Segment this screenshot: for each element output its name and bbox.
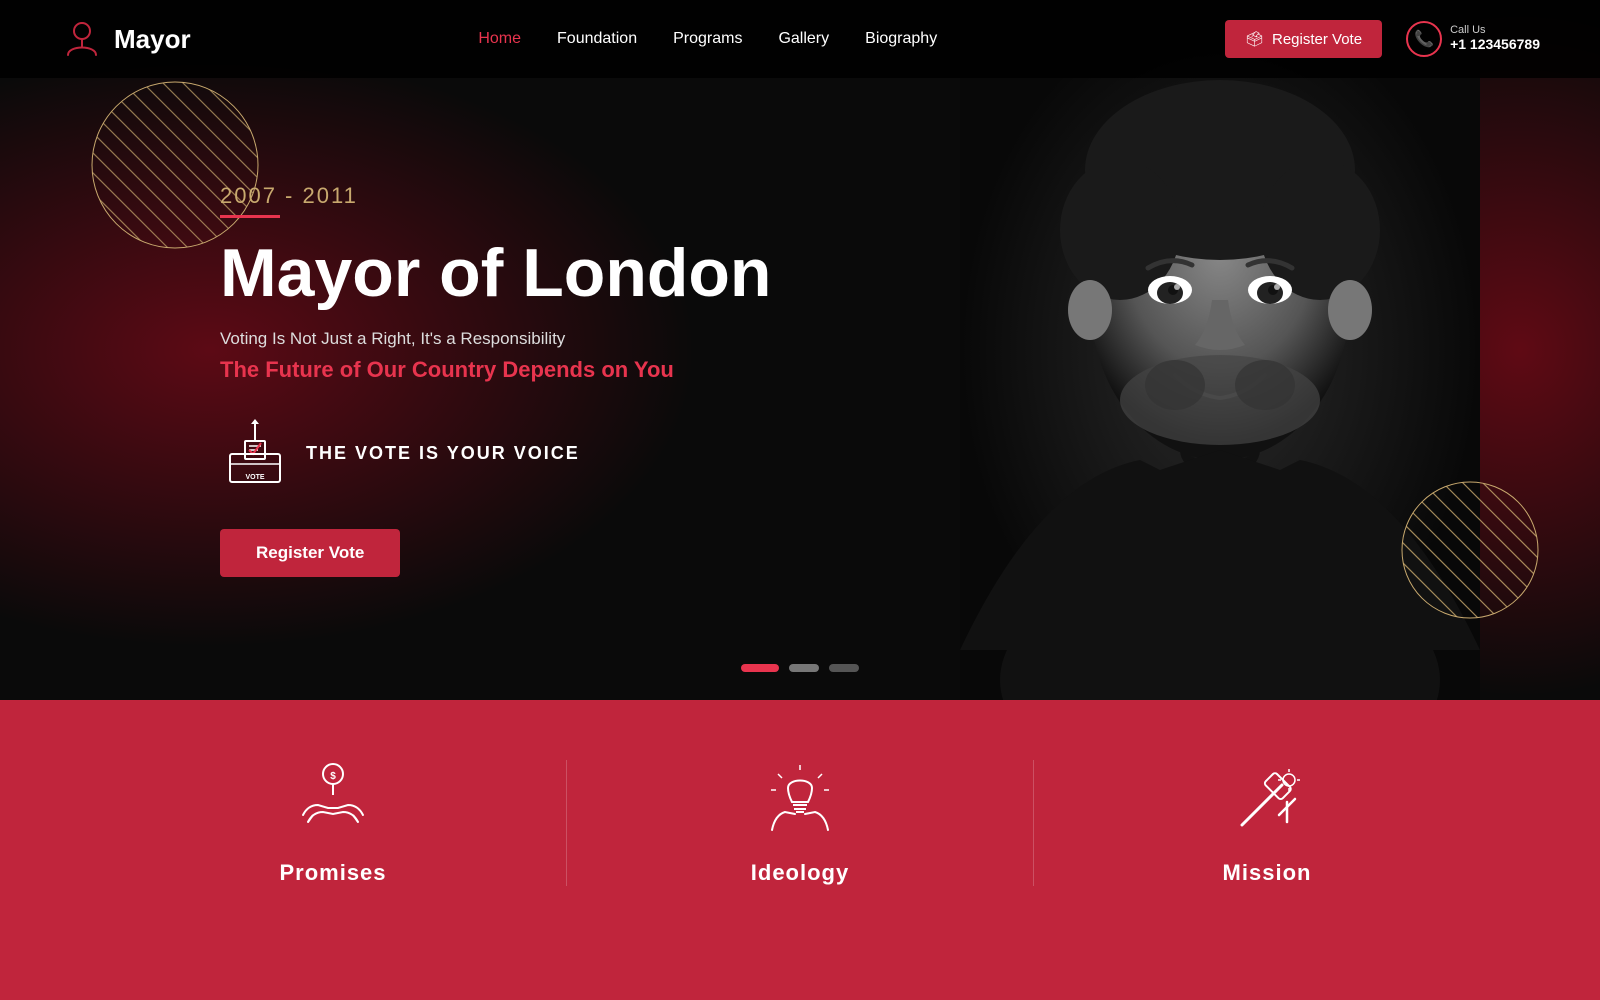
svg-text:$: $ [330, 771, 336, 782]
hero-title: Mayor of London [220, 236, 880, 311]
navbar: Mayor Home Foundation Programs Gallery B… [0, 0, 1600, 78]
call-us-text: Call Us +1 123456789 [1450, 24, 1540, 54]
promises-icon: $ [293, 760, 373, 840]
register-vote-button[interactable]: 🗳 Register Vote [1225, 20, 1382, 58]
dot-2[interactable] [789, 664, 819, 672]
register-icon: 🗳 [1245, 30, 1264, 48]
call-us: 📞 Call Us +1 123456789 [1406, 21, 1540, 57]
nav-foundation[interactable]: Foundation [557, 30, 637, 47]
phone-icon: 📞 [1406, 21, 1442, 57]
mission-icon [1227, 760, 1307, 840]
ideology-label: Ideology [751, 860, 849, 886]
phone-number: +1 123456789 [1450, 36, 1540, 52]
dot-3[interactable] [829, 664, 859, 672]
hero-content: 2007 - 2011 Mayor of London Voting Is No… [0, 123, 880, 577]
hero-image-area [960, 0, 1480, 700]
vote-label: THE VOTE IS YOUR VOICE [306, 443, 580, 464]
hero-section: 2007 - 2011 Mayor of London Voting Is No… [0, 0, 1600, 700]
mission-label: Mission [1223, 860, 1312, 886]
svg-text:VOTE: VOTE [245, 474, 264, 481]
nav-home[interactable]: Home [478, 30, 521, 47]
hero-divider [220, 215, 280, 218]
navbar-right: 🗳 Register Vote 📞 Call Us +1 123456789 [1225, 20, 1540, 58]
nav-biography[interactable]: Biography [865, 30, 937, 47]
nav-gallery[interactable]: Gallery [778, 30, 829, 47]
vote-badge: VOTE THE VOTE IS YOUR VOICE [220, 419, 880, 489]
call-us-label: Call Us [1450, 24, 1540, 36]
deco-circle-bottom-right [1400, 480, 1540, 620]
logo-link[interactable]: Mayor [60, 17, 191, 61]
logo-icon [60, 17, 104, 61]
promises-label: Promises [279, 860, 386, 886]
logo-text: Mayor [114, 24, 191, 55]
slider-dots [741, 664, 859, 672]
vote-icon: VOTE [220, 419, 290, 489]
hero-subtitle: Voting Is Not Just a Right, It's a Respo… [220, 329, 880, 349]
hero-year: 2007 - 2011 [220, 183, 880, 209]
promises-card: $ Promises [100, 760, 567, 886]
ideology-icon [760, 760, 840, 840]
ideology-card: Ideology [567, 760, 1034, 886]
nav-links: Home Foundation Programs Gallery Biograp… [478, 30, 937, 48]
hero-person-svg [960, 0, 1480, 700]
dot-1[interactable] [741, 664, 779, 672]
register-btn-label: Register Vote [1272, 31, 1362, 48]
bottom-section: $ Promises [0, 700, 1600, 1000]
nav-programs[interactable]: Programs [673, 30, 742, 47]
mission-card: Mission [1034, 760, 1500, 886]
hero-tagline: The Future of Our Country Depends on You [220, 357, 880, 383]
hero-register-button[interactable]: Register Vote [220, 529, 400, 577]
